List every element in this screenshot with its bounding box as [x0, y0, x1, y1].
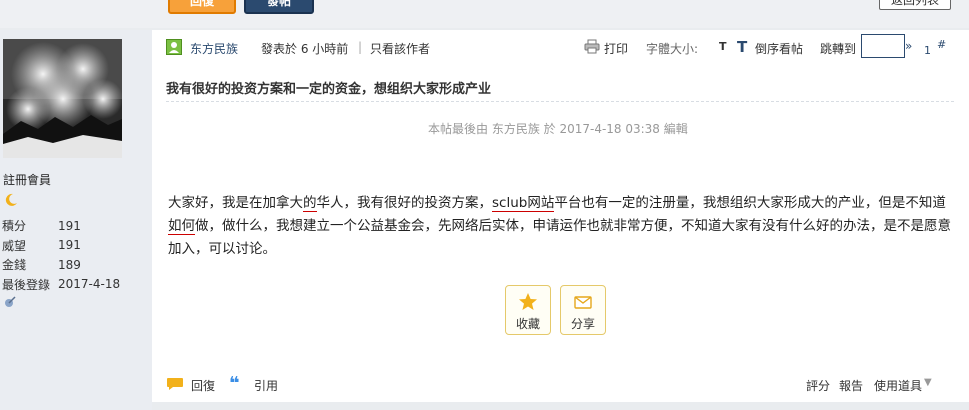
only-author-link[interactable]: 只看該作者 — [370, 40, 430, 57]
stat-row: 金錢 189 — [2, 255, 120, 275]
post-title: 我有很好的投资方案和一定的资金，想组织大家形成产业 — [166, 82, 492, 97]
stat-value[interactable]: 189 — [58, 255, 120, 275]
font-size-label: 字體大小: — [646, 42, 699, 56]
envelope-icon — [573, 292, 593, 312]
new-post-button-top[interactable]: 發帖 — [244, 0, 314, 14]
body-underlined: 如何 — [168, 218, 195, 235]
rate-link[interactable]: 評分 — [806, 377, 830, 394]
body-text: 平台也有一定的注册量，我想组织大家形成大的产业，但是不知道 — [554, 195, 946, 211]
stat-value: 2017-4-18 — [58, 277, 121, 292]
edited-note: 本帖最後由 东方民族 於 2017-4-18 03:38 編輯 — [428, 122, 688, 136]
author-sidebar: 註冊會員 積分 191 威望 191 金錢 189 最後登錄 2017-4-18 — [0, 30, 152, 410]
back-to-list-button[interactable]: 返回列表 — [879, 0, 951, 10]
body-link[interactable]: sclub网站 — [492, 195, 555, 212]
stat-label: 金錢 — [2, 258, 27, 273]
stat-row: 最後登錄 2017-4-18 — [2, 275, 120, 295]
user-online-icon — [166, 39, 182, 55]
share-button[interactable]: 分享 — [560, 285, 606, 335]
star-icon — [518, 292, 538, 312]
user-stats: 積分 191 威望 191 金錢 189 最後登錄 2017-4-18 — [2, 216, 120, 294]
floor-number[interactable]: 1 — [924, 44, 931, 57]
jump-label: 跳轉到 — [820, 42, 857, 56]
post-body: 大家好，我是在加拿大的华人，我有很好的投资方案，sclub网站平台也有一定的注册… — [168, 192, 952, 261]
post-header: 东方民族 發表於 6 小時前 | 只看該作者 打印 字體大小: T T 倒序看帖… — [166, 34, 956, 58]
posted-time: 6 小時前 — [300, 42, 349, 56]
quote-link[interactable]: 引用 — [254, 377, 278, 394]
body-underlined: 的 — [303, 195, 317, 212]
stat-label: 積分 — [2, 219, 27, 234]
stat-label: 最後登錄 — [2, 277, 51, 292]
jump-floor-input[interactable] — [861, 34, 905, 58]
tools-menu[interactable]: 使用道具 — [874, 377, 922, 394]
reverse-order-link[interactable]: 倒序看帖 — [755, 40, 803, 57]
report-link[interactable]: 報告 — [839, 377, 863, 394]
stat-row: 積分 191 — [2, 216, 120, 236]
moon-icon — [4, 193, 18, 207]
user-group: 註冊會員 — [3, 173, 52, 187]
favorite-label: 收藏 — [515, 317, 540, 331]
satellite-icon[interactable] — [4, 296, 16, 308]
jump-go-button[interactable]: » — [905, 39, 912, 53]
stat-row: 威望 191 — [2, 236, 120, 256]
reply-button-top[interactable]: 回復 — [168, 0, 236, 14]
author-link[interactable]: 东方民族 — [190, 40, 238, 57]
font-size-toggle[interactable]: T — [719, 40, 727, 53]
printer-icon[interactable] — [584, 39, 600, 54]
posted-prefix: 發表於 — [261, 42, 298, 56]
top-toolbar — [0, 0, 969, 28]
sort-t-icon[interactable]: T — [737, 38, 747, 56]
stat-value[interactable]: 191 — [58, 236, 120, 256]
speech-bubble-icon[interactable] — [166, 377, 184, 391]
body-text: 做，做什么，我想建立一个公益基金会，先网络后实体，申请运作也就非常方便，不知道大… — [168, 218, 951, 257]
divider — [166, 101, 954, 102]
post-time: 發表於 6 小時前 — [261, 40, 348, 57]
floor-hash[interactable]: # — [937, 38, 946, 51]
body-text: 大家好，我是在加拿大 — [168, 195, 303, 211]
separator: | — [358, 40, 363, 54]
body-text: 华人，我有很好的投资方案， — [316, 195, 493, 211]
share-label: 分享 — [570, 317, 595, 331]
post-actions: 回復 ❝ 引用 評分 報告 使用道具 ▼ — [166, 375, 956, 394]
stat-value[interactable]: 191 — [58, 216, 120, 236]
stat-label: 威望 — [2, 238, 27, 253]
page-footer-strip — [152, 402, 969, 410]
avatar[interactable] — [3, 39, 122, 158]
favorite-button[interactable]: 收藏 — [505, 285, 551, 335]
quote-icon[interactable]: ❝ — [229, 375, 240, 393]
post-main: 东方民族 發表於 6 小時前 | 只看該作者 打印 字體大小: T T 倒序看帖… — [152, 30, 969, 402]
reply-link[interactable]: 回復 — [191, 377, 215, 394]
chevron-down-icon[interactable]: ▼ — [924, 377, 932, 388]
print-link[interactable]: 打印 — [604, 40, 628, 57]
